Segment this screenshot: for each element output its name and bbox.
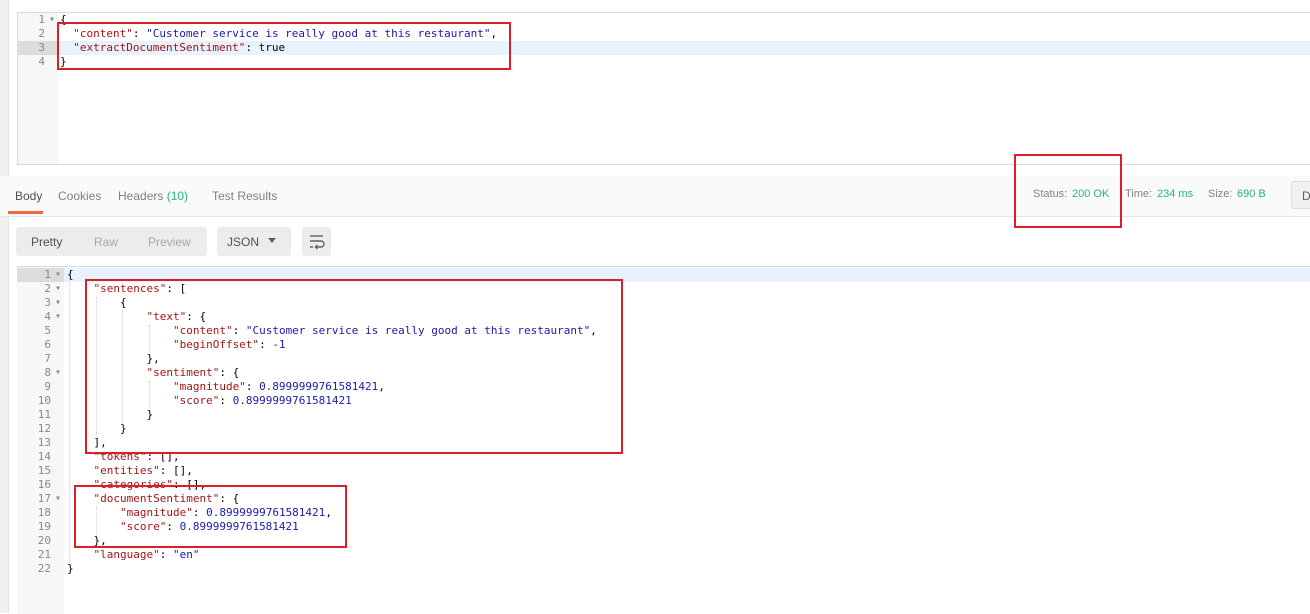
line-number: 8 xyxy=(44,366,51,379)
wrap-lines-button[interactable] xyxy=(302,227,331,256)
fold-toggle-icon[interactable]: ▾ xyxy=(55,310,61,324)
code-text: } xyxy=(67,562,74,576)
tab-body[interactable]: Body xyxy=(15,189,42,203)
line-number: 1 xyxy=(38,13,45,26)
line-number: 11 xyxy=(37,408,51,421)
line-number: 22 xyxy=(37,562,51,575)
line-number: 9 xyxy=(44,380,51,393)
headers-count-badge: (10) xyxy=(166,189,189,203)
code-line[interactable]: 21 "language": "en" xyxy=(17,548,1310,562)
fold-toggle-icon[interactable]: ▾ xyxy=(55,282,61,296)
line-number: 7 xyxy=(44,352,51,365)
code-text: "language": "en" xyxy=(67,548,199,562)
code-text: { xyxy=(67,268,74,282)
line-number: 12 xyxy=(37,422,51,435)
time-value[interactable]: 234 ms xyxy=(1157,188,1193,200)
line-number: 17 xyxy=(37,492,51,505)
pretty-button[interactable]: Pretty xyxy=(31,235,62,249)
line-number: 6 xyxy=(44,338,51,351)
size-label: Size: xyxy=(1208,188,1233,200)
line-number: 15 xyxy=(37,464,51,477)
left-edge xyxy=(0,0,9,613)
code-text: "entities": [], xyxy=(67,464,193,478)
tab-headers-label: Headers xyxy=(118,189,164,203)
tab-test-results[interactable]: Test Results xyxy=(212,189,277,203)
annotation-box-request xyxy=(57,22,511,70)
line-number: 14 xyxy=(37,450,51,463)
download-button[interactable]: D xyxy=(1291,181,1310,209)
line-number: 13 xyxy=(37,436,51,449)
line-number: 4 xyxy=(44,310,51,323)
format-dropdown-value: JSON xyxy=(227,235,260,249)
preview-button[interactable]: Preview xyxy=(148,235,191,249)
code-token: : xyxy=(159,548,173,561)
annotation-box-sentences xyxy=(85,279,623,454)
code-token: } xyxy=(67,562,74,575)
code-token: { xyxy=(67,268,74,281)
active-tab-indicator xyxy=(8,211,43,214)
line-number: 5 xyxy=(44,324,51,337)
line-number: 2 xyxy=(38,27,45,40)
line-number: 21 xyxy=(37,548,51,561)
fold-toggle-icon[interactable]: ▾ xyxy=(55,296,61,310)
size-value[interactable]: 690 B xyxy=(1237,188,1266,200)
code-token: "en" xyxy=(172,548,200,561)
time-label: Time: xyxy=(1125,188,1153,200)
line-number: 19 xyxy=(37,520,51,533)
code-token: "language" xyxy=(67,548,160,561)
tab-cookies[interactable]: Cookies xyxy=(58,189,101,203)
annotation-box-status xyxy=(1014,154,1122,228)
line-number: 3 xyxy=(38,41,45,54)
code-line[interactable]: 22} xyxy=(17,562,1310,576)
chevron-down-icon xyxy=(268,238,276,243)
wrap-lines-icon xyxy=(310,235,325,250)
line-number: 18 xyxy=(37,506,51,519)
code-line[interactable]: 15 "entities": [], xyxy=(17,464,1310,478)
line-number: 2 xyxy=(44,282,51,295)
line-number: 16 xyxy=(37,478,51,491)
line-number: 4 xyxy=(38,55,45,68)
raw-button[interactable]: Raw xyxy=(94,235,118,249)
fold-toggle-icon[interactable]: ▾ xyxy=(55,492,61,506)
code-token: "entities" xyxy=(67,464,160,477)
fold-toggle-icon[interactable]: ▾ xyxy=(49,13,55,27)
fold-toggle-icon[interactable]: ▾ xyxy=(55,268,61,282)
tab-headers[interactable]: Headers (10) xyxy=(118,189,188,203)
fold-toggle-icon[interactable]: ▾ xyxy=(55,366,61,380)
line-number: 1 xyxy=(44,268,51,281)
line-number: 10 xyxy=(37,394,51,407)
code-token: : [], xyxy=(159,464,193,477)
line-number: 3 xyxy=(44,296,51,309)
annotation-box-document-sentiment xyxy=(74,485,347,548)
line-number: 20 xyxy=(37,534,51,547)
